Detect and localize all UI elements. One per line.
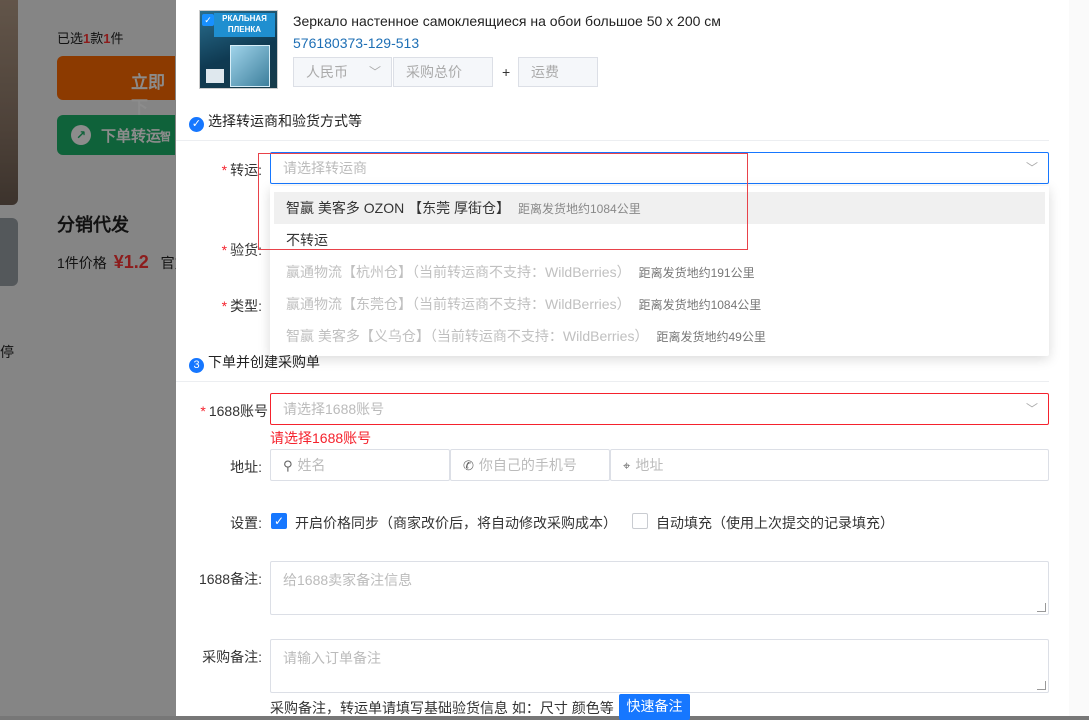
check-icon: ✓: [202, 14, 214, 26]
account-error: 请选择1688账号: [270, 430, 372, 446]
step-number-badge: 3: [189, 358, 204, 373]
phone-icon: ✆: [463, 458, 474, 473]
plus-sign: +: [502, 64, 511, 80]
package-graphic: [206, 69, 224, 83]
location-pin-icon: ⌖: [623, 458, 631, 473]
account-label: * 1688账号: [200, 403, 268, 419]
name-input[interactable]: ⚲ 姓名: [270, 449, 450, 481]
dropdown-option-disabled: 赢通物流【东莞仓】（当前转运商不支持：WildBerries） 距离发货地约108…: [286, 296, 762, 312]
note1688-label: 1688备注:: [198, 571, 262, 587]
check-circle-icon: ✓: [189, 117, 204, 132]
product-title: Зеркало настенное самоклеящиеся на обои …: [293, 13, 721, 29]
purchase-note-textarea[interactable]: 请输入订单备注: [270, 639, 1049, 693]
section-divider: [176, 140, 1049, 141]
product-sku-link[interactable]: 576180373-129-513: [293, 35, 419, 51]
transfer-dropdown: 智赢 美客多 OZON 【东莞 厚街仓】 距离发货地约1084公里 不转运 赢通物…: [270, 186, 1049, 356]
shipping-fee-input[interactable]: 运费: [518, 57, 598, 87]
note1688-textarea[interactable]: 给1688卖家备注信息: [270, 561, 1049, 615]
section-transfer-title: ✓ 选择转运商和验货方式等: [189, 111, 362, 132]
settings-label: 设置:: [230, 515, 262, 531]
chevron-down-icon: ﹀: [1025, 402, 1038, 416]
modal-scrollbar[interactable]: [1069, 0, 1089, 716]
section-order-title: 3 下单并创建采购单: [189, 352, 320, 373]
transfer-select[interactable]: 请选择转运商 ﹀: [270, 152, 1049, 184]
address-input[interactable]: ⌖ 地址: [610, 449, 1049, 481]
price-sync-checkbox[interactable]: ✓: [271, 513, 287, 529]
purchase-note-label: 采购备注:: [202, 649, 262, 665]
inspection-label: * 验货:: [221, 242, 262, 258]
mirror-graphic: [230, 45, 270, 87]
user-icon: ⚲: [283, 458, 293, 473]
chevron-down-icon: ﹀: [368, 65, 381, 79]
resize-handle[interactable]: [1037, 681, 1046, 690]
autofill-label: 自动填充（使用上次提交的记录填充）: [656, 515, 894, 531]
resize-handle[interactable]: [1037, 603, 1046, 612]
product-image-label: РКАЛЬНАЯ ПЛЕНКА: [214, 13, 275, 37]
type-label: * 类型:: [221, 298, 262, 314]
dropdown-option-disabled: 赢通物流【杭州仓】（当前转运商不支持：WildBerries） 距离发货地约191…: [286, 264, 755, 280]
account-select[interactable]: 请选择1688账号 ﹀: [270, 393, 1049, 425]
currency-select[interactable]: 人民币 ﹀: [293, 57, 392, 87]
chevron-down-icon: ﹀: [1025, 161, 1038, 175]
autofill-checkbox[interactable]: [632, 513, 648, 529]
dropdown-option-disabled: 智赢 美客多【义乌仓】（当前转运商不支持：WildBerries） 距离发货地约4…: [286, 328, 766, 344]
total-price-input[interactable]: 采购总价: [393, 57, 493, 87]
section-divider: [176, 381, 1049, 382]
dropdown-option[interactable]: 不转运: [274, 224, 1045, 256]
price-sync-label: 开启价格同步（商家改价后，将自动修改采购成本）: [295, 515, 617, 531]
transfer-label: * 转运:: [221, 162, 262, 178]
purchase-note-hint: 采购备注，转运单请填写基础验货信息 如：尺寸 颜色等: [270, 700, 614, 716]
phone-input[interactable]: ✆ 你自己的手机号: [450, 449, 610, 481]
product-image: ✓ РКАЛЬНАЯ ПЛЕНКА: [199, 10, 278, 89]
dropdown-option[interactable]: 智赢 美客多 OZON 【东莞 厚街仓】 距离发货地约1084公里: [274, 192, 1045, 224]
quick-note-button[interactable]: 快速备注: [619, 694, 690, 720]
address-label: 地址:: [230, 459, 262, 475]
